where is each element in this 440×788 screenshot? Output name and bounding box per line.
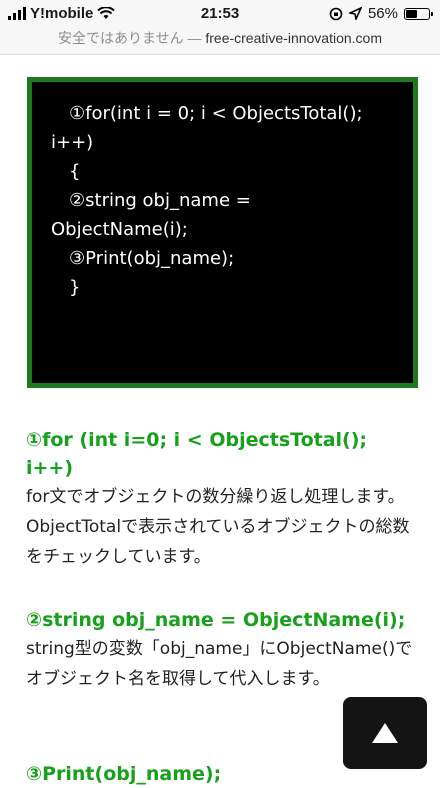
- explanation-section: ②string obj_name = ObjectName(i); string…: [26, 606, 418, 694]
- code-line: {: [69, 161, 81, 182]
- orientation-lock-icon: [329, 7, 343, 20]
- code-line: }: [69, 277, 81, 298]
- code-line: ObjectName(i);: [51, 219, 188, 240]
- url-bar[interactable]: 安全ではありません — free-creative-innovation.com: [0, 28, 440, 55]
- code-line: i++): [51, 132, 94, 153]
- section-title: ①for (int i=0; i < ObjectsTotal(); i++): [26, 429, 368, 479]
- arrow-up-icon: [372, 723, 398, 743]
- status-bar: Y!mobile 21:53 56%: [0, 0, 440, 28]
- code-line: ②string obj_name =: [69, 190, 251, 211]
- section-text: for文でオブジェクトの数分繰り返し処理します。ObjectTotalで表示され…: [26, 487, 410, 567]
- status-right: 56%: [329, 5, 433, 22]
- scroll-to-top-button[interactable]: [343, 697, 427, 769]
- security-warning: 安全ではありません —: [57, 30, 202, 46]
- section-title: ②string obj_name = ObjectName(i);: [26, 609, 406, 631]
- section-text: string型の変数「obj_name」にObjectName()でオブジェクト…: [26, 639, 413, 689]
- code-block: ①for(int i = 0; i < ObjectsTotal(); i++)…: [27, 77, 418, 388]
- battery-icon: [404, 7, 433, 20]
- location-icon: [348, 7, 362, 20]
- battery-percent: 56%: [367, 5, 398, 22]
- explanation-section: ①for (int i=0; i < ObjectsTotal(); i++) …: [26, 426, 418, 572]
- url-domain: free-creative-innovation.com: [205, 30, 382, 46]
- code-line: ①for(int i = 0; i < ObjectsTotal();: [69, 103, 363, 124]
- battery-fill: [406, 9, 418, 18]
- code-line: ③Print(obj_name);: [69, 248, 235, 269]
